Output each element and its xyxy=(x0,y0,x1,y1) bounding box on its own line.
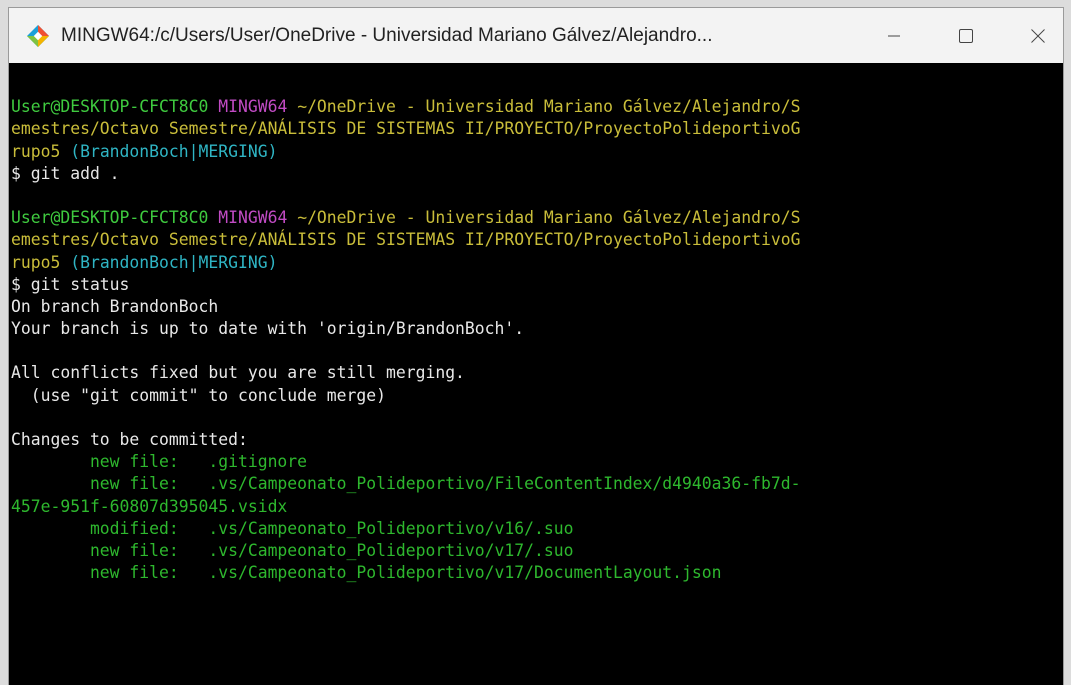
terminal-text-segment: 457e-951f-60807d395045.vsidx xyxy=(11,496,288,516)
terminal-text-segment: new file: .vs/Campeonato_Polideportivo/v… xyxy=(11,563,722,583)
terminal-text-segment: emestres/Octavo Semestre/ANÁLISIS DE SIS… xyxy=(11,230,801,250)
terminal-window: MINGW64:/c/Users/User/OneDrive - Univers… xyxy=(8,7,1064,685)
terminal-line-change: modified: .vs/Campeonato_Polideportivo/v… xyxy=(11,518,1063,540)
terminal-text-segment: emestres/Octavo Semestre/ANÁLISIS DE SIS… xyxy=(11,119,801,139)
terminal-text-segment: $ git add . xyxy=(11,163,120,183)
git-bash-icon xyxy=(26,24,50,48)
terminal-line-command: $ git status xyxy=(11,274,1063,296)
terminal-text-segment: All conflicts fixed but you are still me… xyxy=(11,363,465,383)
terminal-text-segment: User@DESKTOP-CFCT8C0 xyxy=(11,208,209,228)
terminal-line-change: new file: .vs/Campeonato_Polideportivo/F… xyxy=(11,473,1063,495)
terminal-text-segment: MINGW64 xyxy=(218,97,288,117)
terminal-text-segment: new file: .vs/Campeonato_Polideportivo/F… xyxy=(11,474,801,494)
window-title: MINGW64:/c/Users/User/OneDrive - Univers… xyxy=(61,25,713,46)
terminal-line-command: $ git add . xyxy=(11,163,1063,185)
terminal-text-segment: ~/OneDrive - Universidad Mariano Gálvez/… xyxy=(287,97,801,117)
terminal-line-change: new file: .vs/Campeonato_Polideportivo/v… xyxy=(11,540,1063,562)
terminal-line-output: All conflicts fixed but you are still me… xyxy=(11,362,1063,384)
terminal-text-segment: MINGW64 xyxy=(218,208,288,228)
terminal-text-segment: (BrandonBoch|MERGING) xyxy=(60,141,278,161)
terminal-line-change: new file: .vs/Campeonato_Polideportivo/v… xyxy=(11,562,1063,584)
terminal-output[interactable]: User@DESKTOP-CFCT8C0 MINGW64 ~/OneDrive … xyxy=(9,63,1063,685)
terminal-line-prompt: emestres/Octavo Semestre/ANÁLISIS DE SIS… xyxy=(11,118,1063,140)
terminal-text-segment: Changes to be committed: xyxy=(11,430,248,449)
terminal-text-segment: Your branch is up to date with 'origin/B… xyxy=(11,319,525,339)
terminal-text-segment: new file: .vs/Campeonato_Polideportivo/v… xyxy=(11,540,574,560)
terminal-text-segment: $ git status xyxy=(11,274,130,294)
terminal-line-change: new file: .gitignore xyxy=(11,451,1063,473)
terminal-text-segment: rupo5 xyxy=(11,141,61,161)
terminal-line-prompt: User@DESKTOP-CFCT8C0 MINGW64 ~/OneDrive … xyxy=(11,96,1063,118)
terminal-line-output: Your branch is up to date with 'origin/B… xyxy=(11,318,1063,340)
maximize-button[interactable] xyxy=(943,8,989,63)
terminal-text-segment: rupo5 xyxy=(11,252,61,272)
terminal-line-change: 457e-951f-60807d395045.vsidx xyxy=(11,496,1063,518)
terminal-line-prompt: rupo5 (BrandonBoch|MERGING) xyxy=(11,141,1063,163)
close-button[interactable] xyxy=(1015,8,1061,63)
terminal-line-prompt: User@DESKTOP-CFCT8C0 MINGW64 ~/OneDrive … xyxy=(11,207,1063,229)
title-bar[interactable]: MINGW64:/c/Users/User/OneDrive - Univers… xyxy=(9,8,1063,63)
terminal-text-segment: (use "git commit" to conclude merge) xyxy=(11,385,386,405)
maximize-icon xyxy=(959,28,973,43)
terminal-text-segment: User@DESKTOP-CFCT8C0 xyxy=(11,97,209,117)
terminal-text-segment: (BrandonBoch|MERGING) xyxy=(60,252,278,272)
terminal-line-prompt: emestres/Octavo Semestre/ANÁLISIS DE SIS… xyxy=(11,229,1063,251)
terminal-text-segment: ~/OneDrive - Universidad Mariano Gálvez/… xyxy=(287,208,801,228)
terminal-line-output: (use "git commit" to conclude merge) xyxy=(11,385,1063,407)
terminal-text-segment: On branch BrandonBoch xyxy=(11,296,219,316)
terminal-line-output: Changes to be committed: xyxy=(11,429,1063,451)
terminal-text-segment: new file: .gitignore xyxy=(11,452,308,472)
terminal-line-output: On branch BrandonBoch xyxy=(11,296,1063,318)
close-icon xyxy=(1031,28,1045,43)
minimize-icon xyxy=(888,35,900,36)
terminal-text-segment: modified: .vs/Campeonato_Polideportivo/v… xyxy=(11,518,574,538)
terminal-line-prompt: rupo5 (BrandonBoch|MERGING) xyxy=(11,252,1063,274)
minimize-button[interactable] xyxy=(871,8,917,63)
